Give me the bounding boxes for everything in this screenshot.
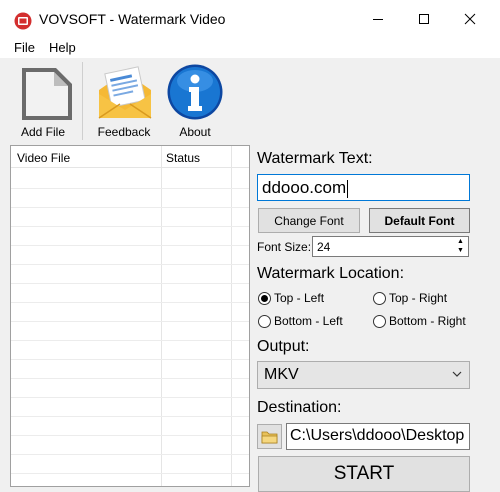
watermark-location-label: Watermark Location: (257, 265, 405, 282)
about-button[interactable]: About (163, 58, 227, 143)
document-icon (22, 68, 72, 120)
spinner-arrows[interactable]: ▲ ▼ (454, 238, 467, 255)
output-label: Output: (257, 338, 310, 355)
maximize-icon (419, 14, 429, 24)
feedback-button[interactable]: Feedback (90, 58, 158, 143)
destination-label: Destination: (257, 399, 342, 416)
row-gridline (11, 359, 249, 360)
font-size-spinner[interactable]: 24 ▲ ▼ (312, 236, 469, 257)
list-header: Video File Status (11, 146, 249, 168)
toolbar-separator (82, 62, 83, 140)
menu-help[interactable]: Help (49, 40, 76, 55)
watermark-text-input[interactable]: ddooo.com (257, 174, 470, 201)
column-header-status[interactable]: Status (166, 151, 200, 165)
radio-top-left[interactable]: Top - Left (258, 291, 324, 305)
row-gridline (11, 321, 249, 322)
row-gridline (11, 397, 249, 398)
envelope-icon (98, 66, 152, 119)
video-file-list[interactable]: Video File Status (10, 145, 250, 487)
row-gridline (11, 207, 249, 208)
watermark-text-label: Watermark Text: (257, 150, 373, 167)
default-font-button[interactable]: Default Font (369, 208, 470, 233)
row-gridline (11, 188, 249, 189)
row-gridline (11, 283, 249, 284)
row-gridline (11, 473, 249, 474)
radio-top-left-label: Top - Left (274, 291, 325, 305)
menu-file[interactable]: File (14, 40, 35, 55)
spin-up-icon[interactable]: ▲ (457, 238, 464, 246)
output-selected-value: MKV (264, 366, 299, 383)
info-icon (167, 64, 223, 120)
about-label: About (179, 125, 211, 139)
title-bar: VOVSOFT - Watermark Video (0, 0, 500, 38)
add-file-label: Add File (20, 125, 66, 139)
folder-icon (261, 431, 278, 443)
feedback-label: Feedback (97, 125, 151, 139)
column-header-video-file[interactable]: Video File (17, 151, 70, 165)
row-gridline (11, 454, 249, 455)
font-size-value: 24 (317, 240, 331, 254)
radio-bottom-left[interactable]: Bottom - Left (258, 314, 343, 328)
add-file-button[interactable]: Add File (8, 58, 78, 143)
radio-top-right-label: Top - Right (389, 291, 448, 305)
change-font-button[interactable]: Change Font (258, 208, 360, 233)
row-gridline (11, 264, 249, 265)
radio-bottom-right[interactable]: Bottom - Right (373, 314, 466, 328)
text-caret (347, 179, 349, 198)
close-icon (464, 13, 476, 25)
app-logo-icon (14, 12, 32, 30)
window-title: VOVSOFT - Watermark Video (39, 11, 226, 27)
row-gridline (11, 340, 249, 341)
radio-unselected-icon (373, 314, 386, 328)
browse-folder-button[interactable] (257, 424, 282, 449)
row-gridline (11, 378, 249, 379)
minimize-icon (373, 19, 383, 20)
destination-path-input[interactable]: C:\Users\ddooo\Desktop (286, 423, 470, 450)
close-button[interactable] (447, 0, 493, 38)
row-gridline (11, 435, 249, 436)
radio-selected-icon (258, 291, 271, 305)
row-gridline (11, 302, 249, 303)
output-format-select[interactable]: MKV (257, 361, 470, 389)
row-gridline (11, 245, 249, 246)
spin-down-icon[interactable]: ▼ (457, 247, 464, 255)
minimize-button[interactable] (355, 0, 401, 38)
toolbar: Add File Feedback About (0, 58, 500, 143)
radio-bottom-left-label: Bottom - Left (274, 314, 343, 328)
maximize-button[interactable] (401, 0, 447, 38)
radio-unselected-icon (258, 314, 271, 328)
font-size-label: Font Size: (257, 240, 312, 254)
watermark-text-value: ddooo.com (262, 178, 347, 197)
radio-unselected-icon (373, 291, 386, 305)
chevron-down-icon (452, 371, 462, 377)
radio-top-right[interactable]: Top - Right (373, 291, 447, 305)
menu-bar: File Help (0, 38, 500, 58)
row-gridline (11, 226, 249, 227)
radio-bottom-right-label: Bottom - Right (389, 314, 466, 328)
row-gridline (11, 416, 249, 417)
